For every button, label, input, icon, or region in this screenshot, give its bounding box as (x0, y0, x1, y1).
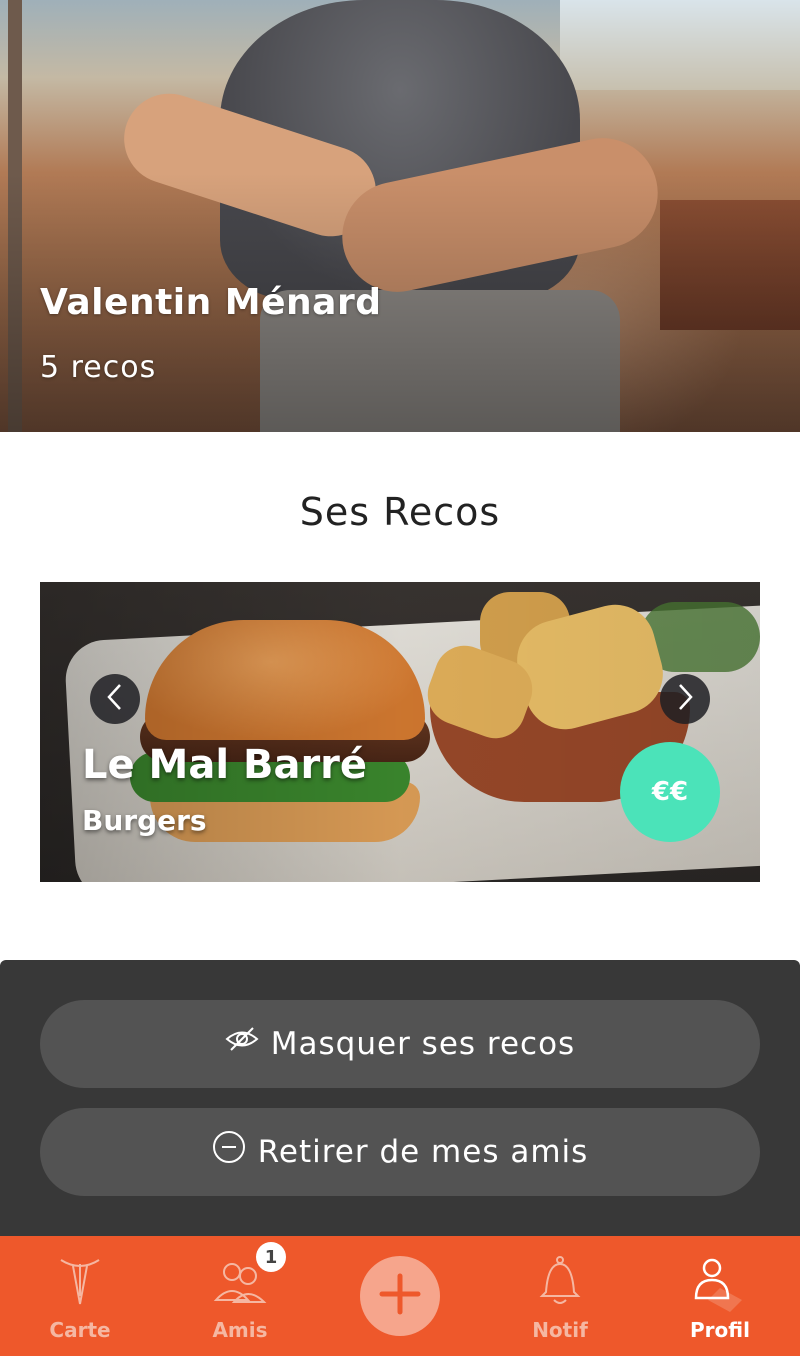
profile-name: Valentin Ménard (40, 282, 382, 323)
tab-amis-label: Amis (212, 1318, 268, 1342)
reco-name: Le Mal Barré (82, 742, 368, 788)
map-pin-icon (55, 1254, 105, 1312)
tab-notif-label: Notif (532, 1318, 588, 1342)
hide-recos-label: Masquer ses recos (270, 1026, 576, 1062)
chevron-right-icon (674, 682, 696, 716)
action-panel: Masquer ses recos Retirer de mes amis (0, 960, 800, 1236)
section-title: Ses Recos (299, 490, 501, 534)
eye-off-icon (225, 1026, 259, 1052)
tab-bar: Carte 1 Amis Notif Profil (0, 1236, 800, 1356)
reco-card[interactable]: Le Mal Barré Burgers €€ (40, 582, 760, 882)
reco-category: Burgers (82, 804, 207, 837)
tab-amis[interactable]: 1 Amis (160, 1236, 320, 1356)
tab-notif[interactable]: Notif (480, 1236, 640, 1356)
tab-profil[interactable]: Profil (640, 1236, 800, 1356)
carousel-next-button[interactable] (660, 674, 710, 724)
tab-profil-label: Profil (690, 1318, 750, 1342)
price-badge: €€ (620, 742, 720, 842)
hide-recos-button[interactable]: Masquer ses recos (40, 1000, 760, 1088)
remove-friend-label: Retirer de mes amis (257, 1134, 589, 1170)
tab-carte[interactable]: Carte (0, 1236, 160, 1356)
minus-circle-icon (212, 1130, 246, 1164)
remove-friend-button[interactable]: Retirer de mes amis (40, 1108, 760, 1196)
carousel-prev-button[interactable] (90, 674, 140, 724)
profile-cover: Valentin Ménard 5 recos (0, 0, 800, 432)
profile-reco-count: 5 recos (40, 350, 157, 385)
tab-add[interactable] (320, 1236, 480, 1356)
plus-icon (378, 1272, 422, 1320)
friends-badge: 1 (256, 1242, 286, 1272)
tab-carte-label: Carte (49, 1318, 111, 1342)
bell-icon (538, 1254, 582, 1312)
user-icon (690, 1254, 750, 1318)
add-button[interactable] (360, 1256, 440, 1336)
chevron-left-icon (104, 682, 126, 716)
